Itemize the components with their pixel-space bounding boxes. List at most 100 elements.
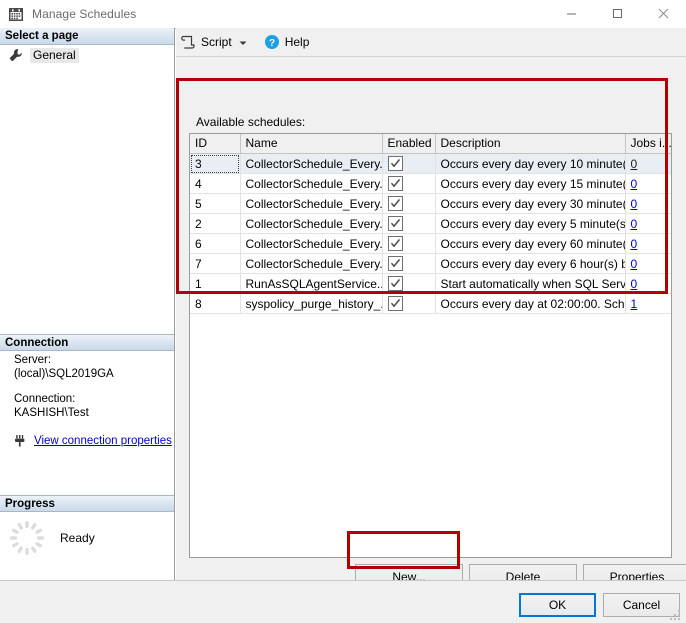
close-button[interactable]	[640, 0, 686, 27]
cell-enabled	[382, 253, 436, 274]
toolbar: Script ? Help	[176, 28, 686, 57]
cell-enabled	[382, 293, 436, 314]
cell-jobs: 1	[625, 293, 671, 314]
cell-jobs: 0	[625, 273, 671, 294]
cell-name: syspolicy_purge_history_...	[240, 293, 383, 314]
resize-grip[interactable]	[670, 609, 682, 620]
cell-id: 6	[190, 233, 241, 254]
title-bar: Manage Schedules	[0, 0, 686, 29]
cell-name: CollectorSchedule_Every...	[240, 173, 383, 194]
cell-jobs: 0	[625, 153, 671, 174]
cell-jobs: 0	[625, 173, 671, 194]
cell-enabled	[382, 193, 436, 214]
wrench-icon	[8, 47, 24, 63]
dialog-footer: OK Cancel	[0, 580, 686, 623]
sidebar-item-label: General	[30, 47, 79, 63]
cell-jobs: 0	[625, 233, 671, 254]
enabled-checkbox[interactable]	[387, 215, 403, 231]
jobs-link[interactable]: 1	[631, 297, 638, 311]
enabled-checkbox[interactable]	[387, 295, 403, 311]
cell-description: Start automatically when SQL Serv...	[435, 273, 626, 294]
cell-description: Occurs every day every 60 minute(...	[435, 233, 626, 254]
cell-name: CollectorSchedule_Every...	[240, 193, 383, 214]
cell-id: 1	[190, 273, 241, 294]
table-header-row: ID Name Enabled Description Jobs i...	[190, 134, 671, 154]
jobs-link[interactable]: 0	[631, 197, 638, 211]
window-controls	[548, 0, 686, 28]
table-row[interactable]: 2 CollectorSchedule_Every... Occurs every …	[190, 213, 671, 234]
enabled-checkbox[interactable]	[387, 235, 403, 251]
enabled-checkbox[interactable]	[387, 155, 403, 171]
jobs-link[interactable]: 0	[631, 177, 638, 191]
table-row[interactable]: 5 CollectorSchedule_Every... Occurs every …	[190, 193, 671, 214]
cell-id: 5	[190, 193, 241, 214]
svg-text:?: ?	[269, 38, 275, 49]
cancel-button[interactable]: Cancel	[603, 593, 680, 617]
cell-description: Occurs every day every 15 minute(...	[435, 173, 626, 194]
window-title: Manage Schedules	[32, 7, 137, 21]
cell-name: CollectorSchedule_Every...	[240, 233, 383, 254]
cell-id: 4	[190, 173, 241, 194]
available-schedules-label: Available schedules:	[196, 115, 306, 129]
help-button[interactable]: ? Help	[260, 31, 314, 53]
jobs-link[interactable]: 0	[631, 157, 638, 171]
table-row[interactable]: 1 RunAsSQLAgentService... Start automatica…	[190, 273, 671, 294]
table-body: 3 CollectorSchedule_Every... Occurs every …	[190, 153, 671, 314]
ok-button[interactable]: OK	[519, 593, 596, 617]
cell-jobs: 0	[625, 193, 671, 214]
progress-header: Progress	[0, 495, 174, 512]
help-label: Help	[284, 35, 310, 49]
main-panel: Script ? Help Available schedules: ID Na…	[176, 28, 686, 589]
view-connection-properties-link[interactable]: View connection properties	[34, 435, 172, 447]
connection-icon	[12, 433, 28, 449]
view-connection-properties-row: View connection properties	[14, 433, 174, 449]
column-header-name[interactable]: Name	[240, 134, 383, 154]
jobs-link[interactable]: 0	[631, 237, 638, 251]
table-row[interactable]: 3 CollectorSchedule_Every... Occurs every …	[190, 153, 671, 174]
available-schedules-list[interactable]: ID Name Enabled Description Jobs i... 3C…	[189, 133, 672, 558]
schedules-table: ID Name Enabled Description Jobs i... 3C…	[190, 134, 671, 314]
column-header-id[interactable]: ID	[190, 134, 241, 154]
script-button[interactable]: Script	[176, 31, 252, 53]
cell-id: 2	[190, 213, 241, 234]
table-row[interactable]: 7 CollectorSchedule_Every... Occurs every …	[190, 253, 671, 274]
cell-id: 3	[190, 153, 241, 174]
sidebar-item-general[interactable]: General	[0, 46, 174, 64]
cell-description: Occurs every day every 5 minute(s)...	[435, 213, 626, 234]
enabled-checkbox[interactable]	[387, 255, 403, 271]
cell-enabled	[382, 213, 436, 234]
server-value: (local)\SQL2019GA	[14, 368, 114, 380]
cell-description: Occurs every day every 6 hour(s) b...	[435, 253, 626, 274]
cell-description: Occurs every day at 02:00:00. Sch...	[435, 293, 626, 314]
calendar-icon	[8, 6, 24, 22]
select-a-page-header: Select a page	[0, 28, 174, 45]
table-row[interactable]: 4 CollectorSchedule_Every... Occurs every …	[190, 173, 671, 194]
enabled-checkbox[interactable]	[387, 175, 403, 191]
column-header-enabled[interactable]: Enabled	[382, 134, 436, 154]
chevron-down-icon[interactable]	[238, 37, 248, 47]
connection-value: KASHISH\Test	[14, 407, 89, 419]
table-row[interactable]: 8 syspolicy_purge_history_... Occurs every…	[190, 293, 671, 314]
maximize-button[interactable]	[594, 0, 640, 27]
column-header-jobs[interactable]: Jobs i...	[625, 134, 671, 154]
cell-name: CollectorSchedule_Every...	[240, 153, 383, 174]
cell-jobs: 0	[625, 253, 671, 274]
spinner-icon	[7, 518, 47, 558]
jobs-link[interactable]: 0	[631, 217, 638, 231]
jobs-link[interactable]: 0	[631, 277, 638, 291]
page-list: General	[0, 46, 174, 64]
help-icon: ?	[264, 34, 280, 50]
cell-description: Occurs every day every 10 minute(...	[435, 153, 626, 174]
cell-enabled	[382, 173, 436, 194]
minimize-button[interactable]	[548, 0, 594, 27]
cell-id: 7	[190, 253, 241, 274]
cell-name: CollectorSchedule_Every...	[240, 213, 383, 234]
column-header-description[interactable]: Description	[435, 134, 626, 154]
enabled-checkbox[interactable]	[387, 275, 403, 291]
cell-enabled	[382, 273, 436, 294]
jobs-link[interactable]: 0	[631, 257, 638, 271]
cell-enabled	[382, 233, 436, 254]
server-label: Server:	[14, 354, 52, 366]
enabled-checkbox[interactable]	[387, 195, 403, 211]
table-row[interactable]: 6 CollectorSchedule_Every... Occurs every …	[190, 233, 671, 254]
